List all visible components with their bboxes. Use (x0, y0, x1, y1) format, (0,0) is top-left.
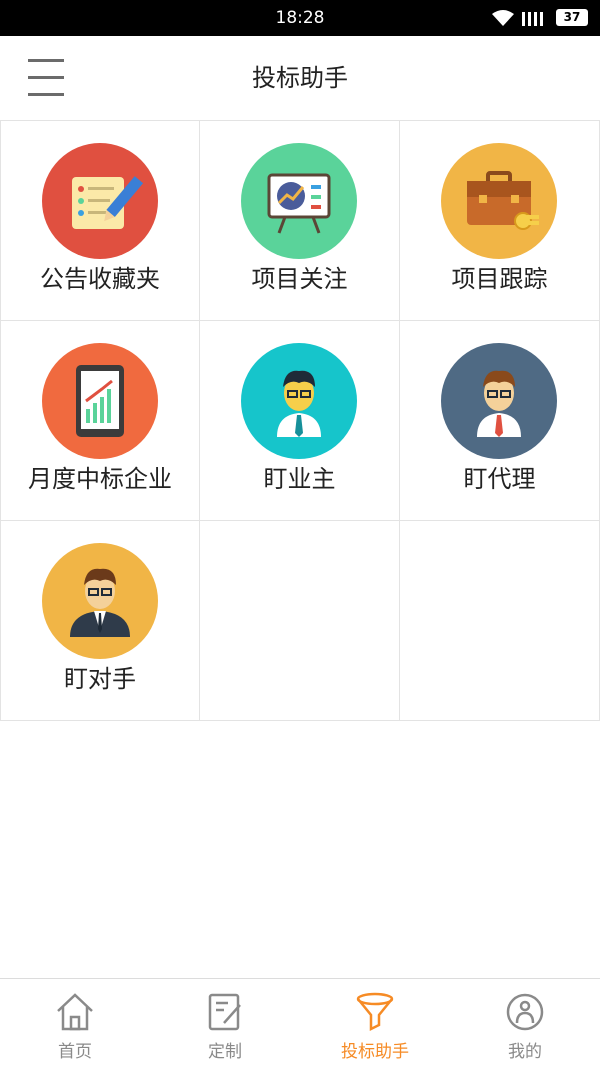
grid-item-project-follow[interactable]: 项目关注 (200, 121, 400, 321)
status-bar: 18:28 37 (0, 0, 600, 36)
grid-item-label: 月度中标企业 (28, 465, 172, 493)
grid-item-label: 公告收藏夹 (40, 265, 160, 293)
tab-home[interactable]: 首页 (0, 979, 150, 1068)
grid-item-watch-agent[interactable]: 盯代理 (400, 321, 600, 521)
competitor-avatar-icon (42, 543, 158, 659)
grid-empty-cell (200, 521, 400, 721)
grid-item-label: 盯代理 (463, 465, 536, 493)
grid-item-label: 项目关注 (251, 265, 348, 293)
presentation-board-icon (241, 143, 357, 259)
grid-item-monthly-winners[interactable]: 月度中标企业 (0, 321, 200, 521)
tab-mine[interactable]: 我的 (450, 979, 600, 1068)
battery-icon: 37 (556, 9, 588, 26)
grid-item-label: 盯业主 (263, 465, 336, 493)
bottom-tab-bar: 首页 定制 投标助手 我的 (0, 978, 600, 1068)
grid-item-label: 盯对手 (64, 665, 136, 693)
signal-icon (522, 10, 546, 30)
tab-bid-assistant[interactable]: 投标助手 (300, 979, 450, 1068)
tablet-chart-icon (42, 343, 158, 459)
home-icon (54, 991, 96, 1033)
app-header: 投标助手 (0, 36, 600, 120)
tab-label: 定制 (208, 1042, 242, 1062)
grid-item-label: 项目跟踪 (451, 265, 548, 293)
wifi-icon (492, 10, 514, 30)
tab-label: 投标助手 (341, 1042, 409, 1062)
tab-customize[interactable]: 定制 (150, 979, 300, 1068)
funnel-icon (354, 991, 396, 1033)
tab-label: 首页 (58, 1042, 92, 1062)
tab-label: 我的 (508, 1042, 542, 1062)
page-title: 投标助手 (252, 64, 348, 92)
profile-icon (504, 991, 546, 1033)
grid-item-watch-owner[interactable]: 盯业主 (200, 321, 400, 521)
grid-item-project-tracking[interactable]: 项目跟踪 (400, 121, 600, 321)
owner-avatar-icon (241, 343, 357, 459)
notepad-icon (42, 143, 158, 259)
briefcase-icon (441, 143, 557, 259)
edit-note-icon (204, 991, 246, 1033)
grid-item-announcement-favorites[interactable]: 公告收藏夹 (0, 121, 200, 321)
feature-grid: 公告收藏夹 项目关注 项目跟踪 月度中标企业 盯业主 盯代理 盯对手 (0, 120, 600, 721)
agent-avatar-icon (441, 343, 557, 459)
grid-item-watch-competitor[interactable]: 盯对手 (0, 521, 200, 721)
grid-empty-cell (400, 521, 600, 721)
